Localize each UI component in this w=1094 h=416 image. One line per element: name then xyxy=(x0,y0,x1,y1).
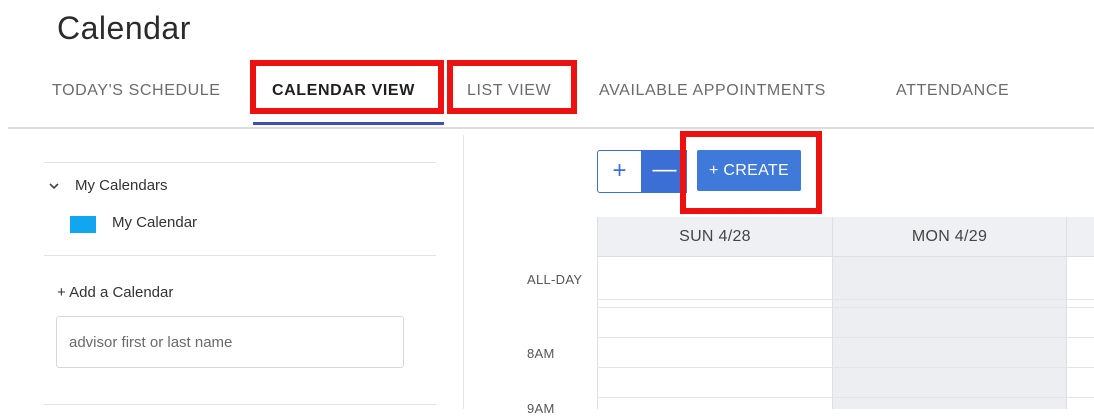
zoom-in-button[interactable]: + xyxy=(597,150,642,193)
time-label-8am: 8AM xyxy=(527,346,555,361)
day-column-sun[interactable] xyxy=(597,257,833,409)
sidebar-divider xyxy=(44,255,436,256)
sidebar-divider xyxy=(44,404,436,405)
tabs-divider xyxy=(8,127,1094,129)
column-header-mon[interactable]: MON 4/29 xyxy=(833,217,1067,257)
grid-row-line xyxy=(597,307,1094,308)
day-column-next xyxy=(1067,257,1094,409)
column-header-sun[interactable]: SUN 4/28 xyxy=(597,217,833,257)
sidebar-divider xyxy=(44,162,436,163)
highlight-calendar-view xyxy=(250,60,444,114)
tab-available-appointments[interactable]: AVAILABLE APPOINTMENTS xyxy=(599,82,826,100)
calendar-color-swatch xyxy=(70,216,96,233)
advisor-search-input[interactable] xyxy=(56,316,404,368)
highlight-create-button xyxy=(680,131,822,214)
active-tab-indicator xyxy=(253,122,444,125)
page-title: Calendar xyxy=(57,10,191,46)
my-calendars-toggle[interactable]: My Calendars xyxy=(75,177,168,194)
tab-todays-schedule[interactable]: TODAY'S SCHEDULE xyxy=(52,82,221,100)
column-header-next xyxy=(1067,217,1094,257)
day-column-mon[interactable] xyxy=(833,257,1067,409)
grid-row-line xyxy=(597,299,1094,300)
grid-row-line xyxy=(597,337,1094,338)
highlight-list-view xyxy=(447,60,577,114)
grid-row-line xyxy=(597,367,1094,368)
all-day-label: ALL-DAY xyxy=(527,272,583,287)
sidebar-border xyxy=(463,135,464,409)
my-calendar-item[interactable]: My Calendar xyxy=(112,214,197,231)
grid-row-line xyxy=(597,397,1094,398)
tab-attendance[interactable]: ATTENDANCE xyxy=(896,82,1009,100)
add-calendar-link[interactable]: + Add a Calendar xyxy=(57,284,173,301)
chevron-down-icon[interactable] xyxy=(48,180,60,192)
